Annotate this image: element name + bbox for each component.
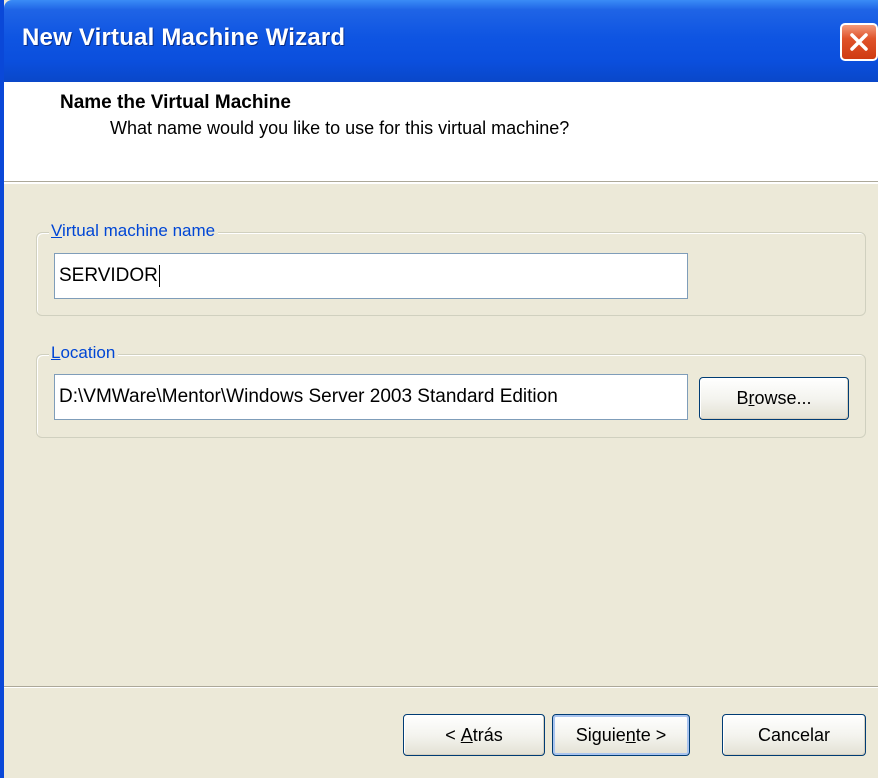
header-divider [4, 182, 878, 184]
location-value: D:\VMWare\Mentor\Windows Server 2003 Sta… [59, 386, 558, 407]
vm-name-value: SERVIDOR [59, 265, 158, 286]
vm-name-input[interactable]: SERVIDOR [54, 253, 688, 299]
text-caret [158, 265, 160, 287]
page-title: Name the Virtual Machine [60, 92, 291, 113]
window-title: New Virtual Machine Wizard [22, 24, 346, 51]
wizard-header: Name the Virtual Machine What name would… [4, 82, 878, 182]
name-group-label: Virtual machine name [49, 221, 219, 241]
footer-separator [4, 686, 878, 688]
close-icon [850, 33, 868, 51]
location-group-label: Location [49, 343, 119, 363]
close-button[interactable] [840, 23, 878, 61]
browse-button[interactable]: Br owse... [699, 377, 849, 420]
cancel-button[interactable]: Cancelar [722, 714, 866, 756]
next-button[interactable]: Siguie n te > [552, 714, 690, 756]
page-subtitle: What name would you like to use for this… [110, 118, 570, 138]
title-bar[interactable]: New Virtual Machine Wizard [4, 0, 878, 82]
wizard-window: New Virtual Machine Wizard Name the Virt… [0, 0, 878, 778]
location-input[interactable]: D:\VMWare\Mentor\Windows Server 2003 Sta… [54, 374, 688, 420]
back-button[interactable]: < Atrás [403, 714, 545, 756]
